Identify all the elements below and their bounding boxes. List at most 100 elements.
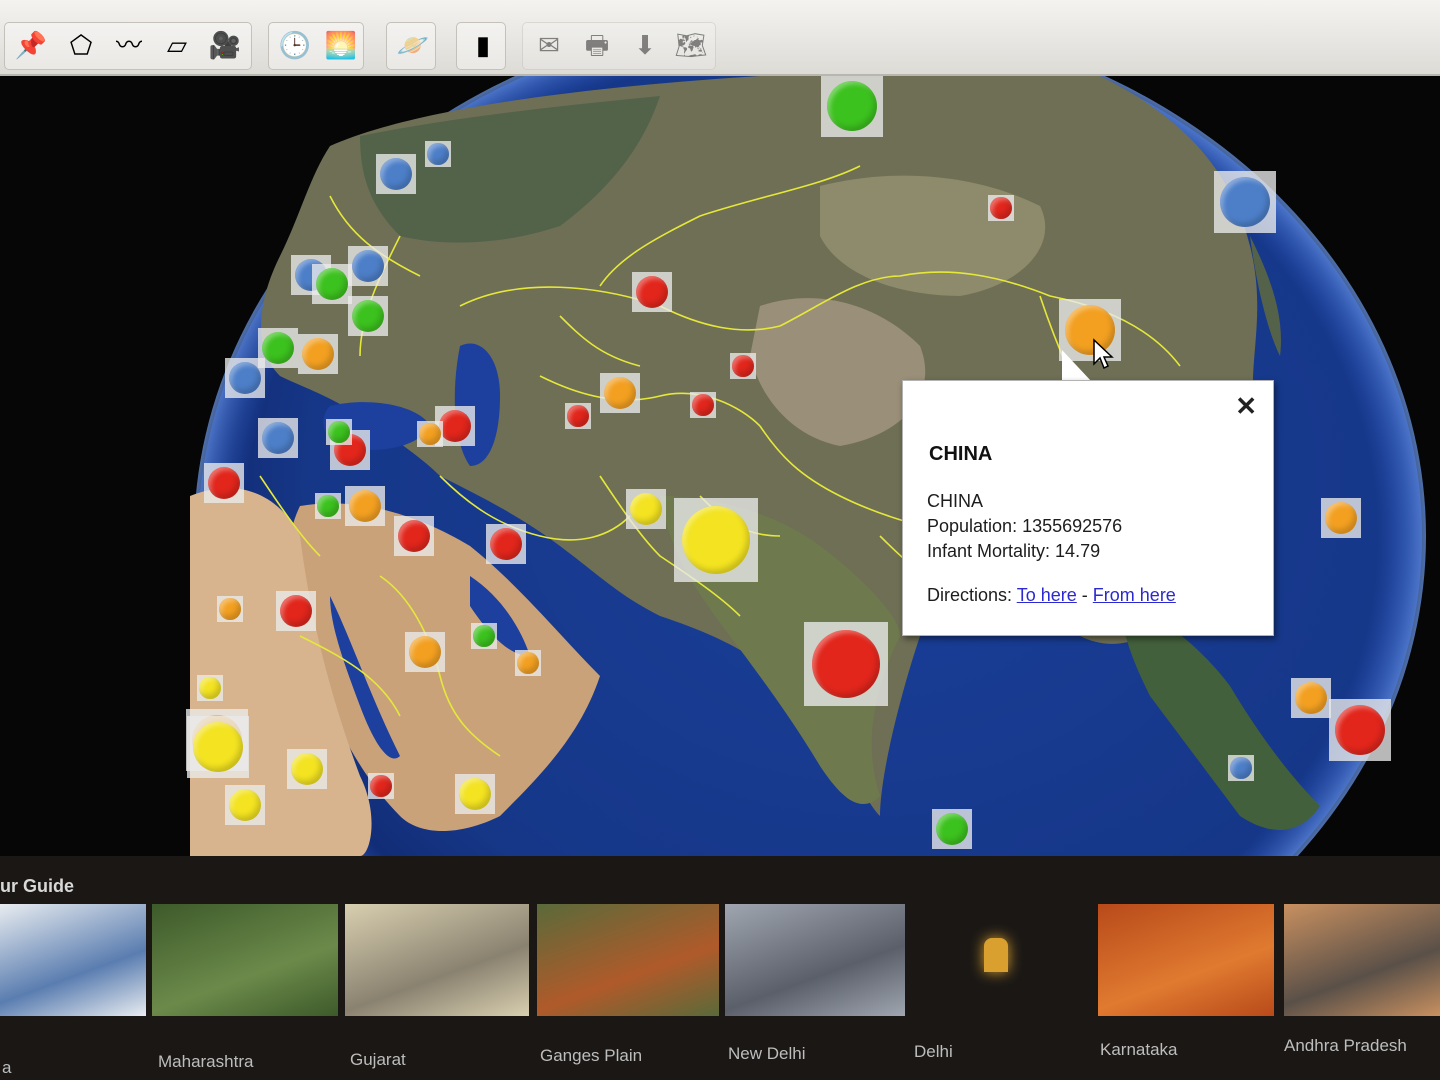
placemark-dot-icon	[1334, 704, 1386, 756]
placemark-blue[interactable]	[348, 246, 388, 286]
tour-thumbnail[interactable]	[537, 904, 719, 1016]
tour-thumbnail[interactable]	[912, 904, 1092, 1016]
to-here-link[interactable]: To here	[1017, 585, 1077, 605]
placemark-yellow[interactable]	[197, 675, 223, 701]
tour-caption: Ganges Plain	[540, 1046, 643, 1065]
placemark-green[interactable]	[326, 419, 352, 445]
info-balloon: ✕ CHINA CHINA Population: 1355692576 Inf…	[902, 380, 1274, 636]
placemark-red[interactable]	[276, 591, 316, 631]
placemark-dot-icon	[826, 80, 878, 132]
india-gate-icon	[984, 938, 1008, 972]
placemark-dot-icon	[1324, 501, 1358, 535]
placemark-orange[interactable]	[515, 650, 541, 676]
tour-caption: Karnataka	[1100, 1040, 1178, 1059]
email-icon[interactable]: ✉	[526, 22, 572, 68]
placemark-dot-icon	[290, 752, 324, 786]
placemark-orange[interactable]	[1291, 678, 1331, 718]
placemark-blue[interactable]	[425, 141, 451, 167]
placemark-dot-icon	[732, 355, 754, 377]
placemark-red[interactable]	[1329, 699, 1391, 761]
placemark-dot-icon	[811, 629, 881, 699]
from-here-link[interactable]: From here	[1093, 585, 1176, 605]
placemark-blue[interactable]	[225, 358, 265, 398]
placemark-yellow[interactable]	[455, 774, 495, 814]
placemark-blue[interactable]	[1214, 171, 1276, 233]
placemark-red[interactable]	[565, 403, 591, 429]
placemark-green[interactable]	[932, 809, 972, 849]
sunlight-icon[interactable]: 🌅	[318, 22, 364, 68]
placemark-blue[interactable]	[376, 154, 416, 194]
path-add-icon[interactable]: 〰	[106, 22, 152, 68]
placemark-yellow[interactable]	[626, 489, 666, 529]
placemark-red[interactable]	[368, 773, 394, 799]
popup-pointer	[1062, 350, 1092, 382]
tour-thumbnail[interactable]	[345, 904, 529, 1016]
placemark-dot-icon	[192, 721, 244, 773]
tour-thumbnail[interactable]	[1098, 904, 1274, 1016]
placemark-dot-icon	[351, 299, 385, 333]
tour-caption: New Delhi	[728, 1044, 806, 1063]
tour-guide-label: ur Guide	[0, 876, 75, 896]
placemark-dot-icon	[317, 495, 339, 517]
placemark-yellow[interactable]	[225, 785, 265, 825]
placemark-green[interactable]	[315, 493, 341, 519]
ruler-icon[interactable]: ▮	[460, 22, 506, 68]
placemark-red[interactable]	[804, 622, 888, 706]
placemark-red[interactable]	[204, 463, 244, 503]
placemark-dot-icon	[348, 489, 382, 523]
placemark-orange[interactable]	[1321, 498, 1361, 538]
mouse-cursor-icon	[1093, 338, 1114, 370]
placemark-red[interactable]	[730, 353, 756, 379]
placemark-red[interactable]	[690, 392, 716, 418]
placemark-dot-icon	[629, 492, 663, 526]
placemark-dot-icon	[692, 394, 714, 416]
placemark-dot-icon	[315, 267, 349, 301]
placemark-orange[interactable]	[405, 632, 445, 672]
historical-imagery-icon[interactable]: 🕒	[272, 22, 318, 68]
placemark-add-icon[interactable]: 📌	[8, 22, 54, 68]
placemark-orange[interactable]	[217, 596, 243, 622]
placemark-red[interactable]	[632, 272, 672, 312]
placemark-green[interactable]	[348, 296, 388, 336]
placemark-dot-icon	[635, 275, 669, 309]
placemark-green[interactable]	[821, 76, 883, 137]
placemark-orange[interactable]	[600, 373, 640, 413]
placemark-red[interactable]	[988, 195, 1014, 221]
placemark-dot-icon	[1219, 176, 1271, 228]
planets-icon[interactable]: 🪐	[390, 22, 436, 68]
placemark-dot-icon	[935, 812, 969, 846]
placemark-orange[interactable]	[345, 486, 385, 526]
view-in-maps-icon[interactable]: 🗺	[668, 22, 714, 68]
tour-thumbnail[interactable]	[0, 904, 146, 1016]
placemark-yellow[interactable]	[674, 498, 758, 582]
polygon-add-icon[interactable]: ⬠	[58, 22, 104, 68]
placemark-yellow[interactable]	[287, 749, 327, 789]
placemark-dot-icon	[489, 527, 523, 561]
tour-thumbnail[interactable]	[725, 904, 905, 1016]
placemark-blue[interactable]	[1228, 755, 1254, 781]
placemark-red[interactable]	[394, 516, 434, 556]
placemark-dot-icon	[603, 376, 637, 410]
placemark-yellow[interactable]	[187, 716, 249, 778]
placemark-green[interactable]	[312, 264, 352, 304]
placemark-blue[interactable]	[258, 418, 298, 458]
image-overlay-add-icon[interactable]: ▱	[154, 22, 200, 68]
tour-thumbnail[interactable]	[152, 904, 338, 1016]
placemark-red[interactable]	[486, 524, 526, 564]
placemark-dot-icon	[438, 409, 472, 443]
placemark-dot-icon	[261, 331, 295, 365]
placemark-dot-icon	[419, 423, 441, 445]
save-image-icon[interactable]: ⬇	[622, 22, 668, 68]
tour-caption: Gujarat	[350, 1050, 406, 1069]
close-icon[interactable]: ✕	[1235, 391, 1257, 422]
placemark-green[interactable]	[471, 623, 497, 649]
print-icon[interactable]: 🖶	[574, 22, 620, 68]
record-tour-icon[interactable]: 🎥	[202, 22, 248, 68]
placemark-dot-icon	[517, 652, 539, 674]
placemark-dot-icon	[328, 421, 350, 443]
tour-caption: Andhra Pradesh	[1284, 1036, 1407, 1055]
tour-thumbnail[interactable]	[1284, 904, 1440, 1016]
placemark-orange[interactable]	[298, 334, 338, 374]
placemark-orange[interactable]	[417, 421, 443, 447]
placemark-dot-icon	[567, 405, 589, 427]
